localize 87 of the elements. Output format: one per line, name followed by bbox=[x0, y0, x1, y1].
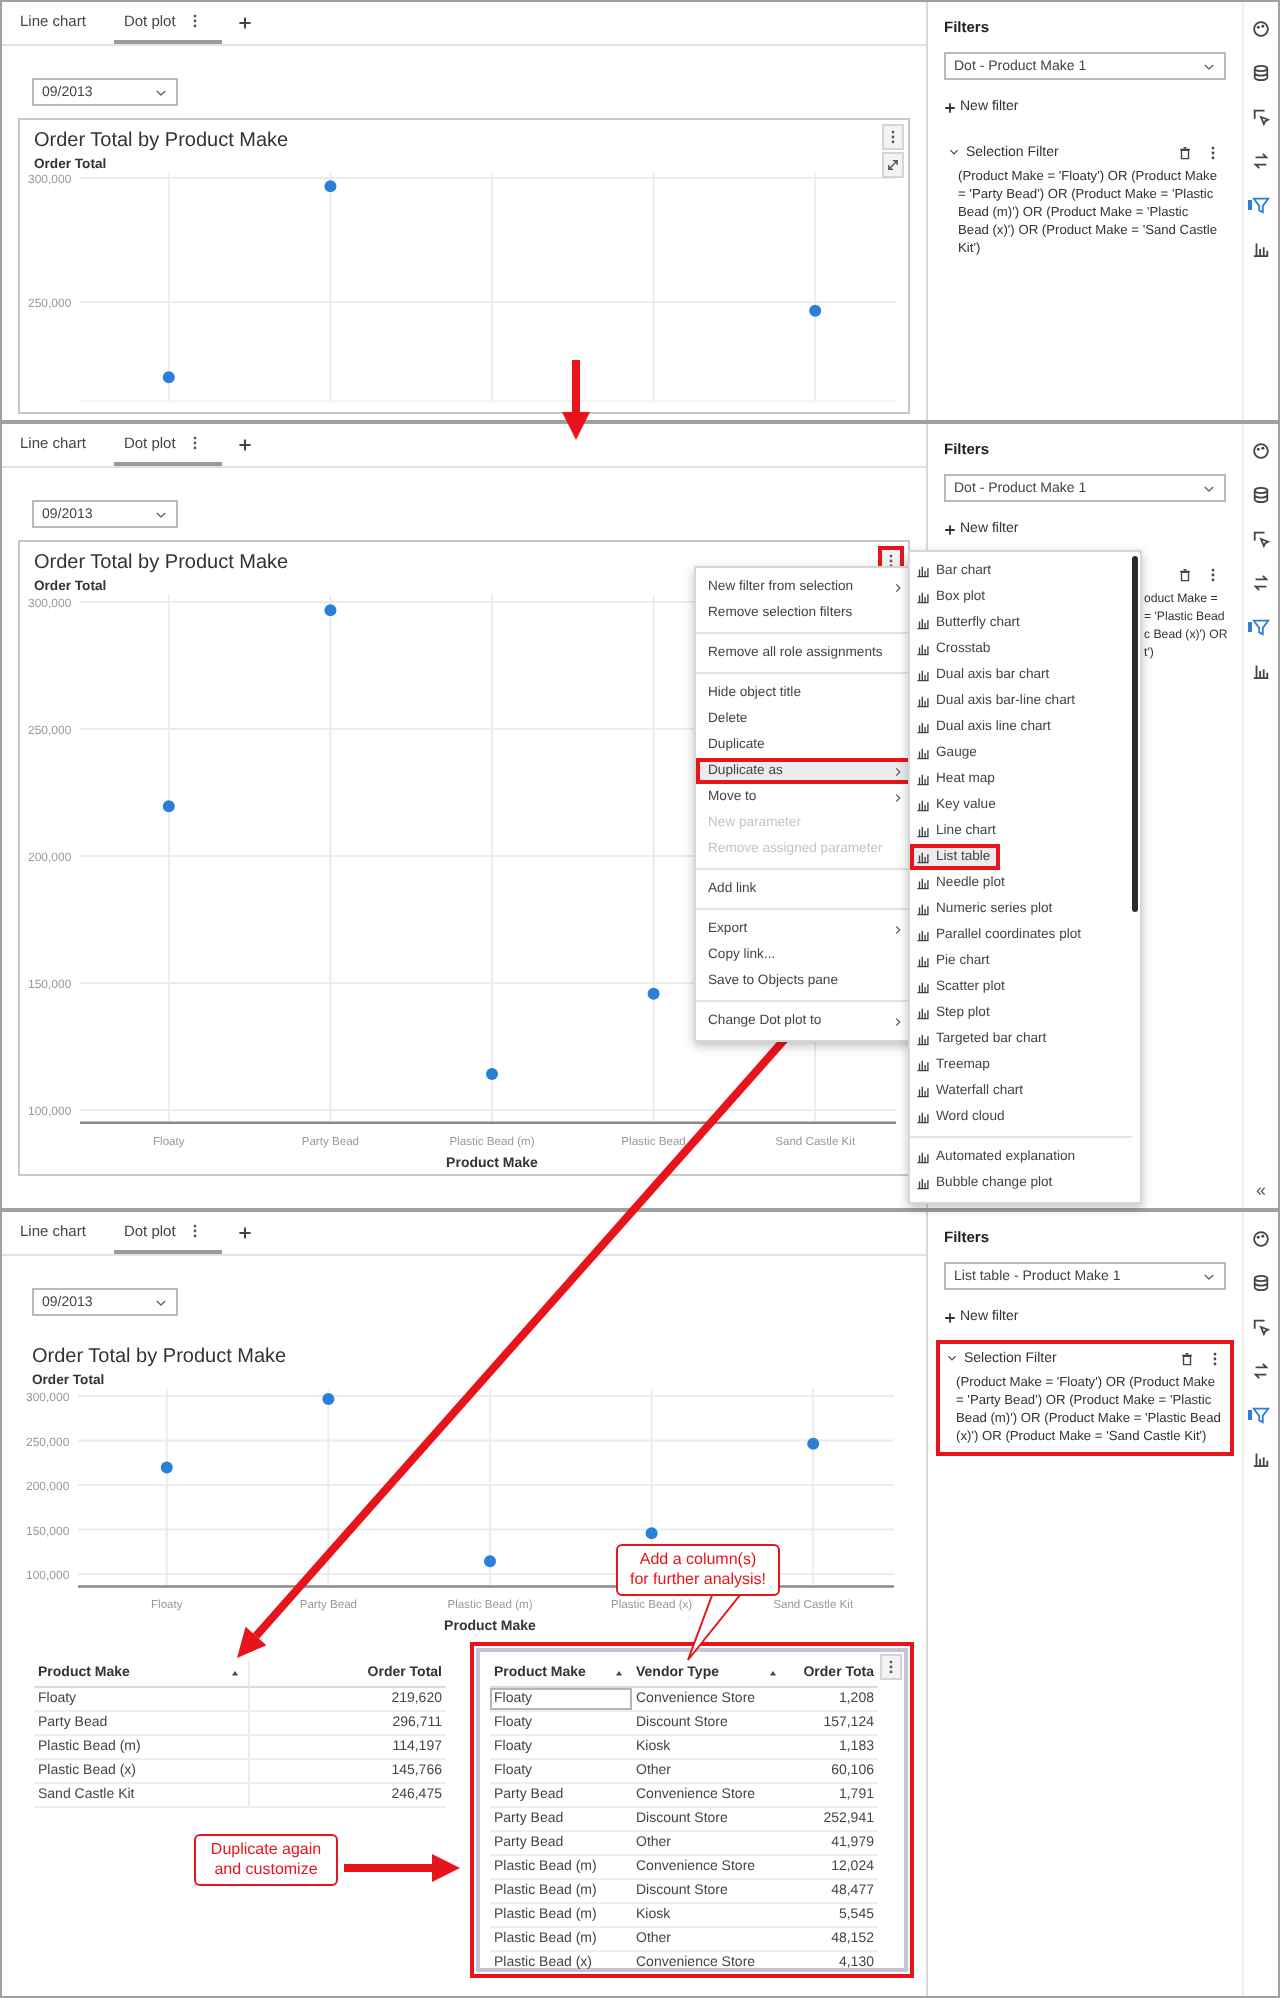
chevron-down-icon bbox=[1202, 481, 1216, 495]
data-point bbox=[162, 371, 175, 384]
chevron-down-icon bbox=[154, 507, 168, 521]
data-point bbox=[484, 1555, 496, 1568]
expand-button[interactable] bbox=[882, 152, 904, 178]
data-point bbox=[322, 1392, 335, 1405]
bar-chart-icon bbox=[916, 694, 930, 708]
data-point bbox=[160, 1461, 173, 1474]
scrollbar[interactable] bbox=[1132, 556, 1138, 912]
bar-chart-icon[interactable] bbox=[1252, 240, 1270, 258]
bar-chart-icon bbox=[916, 1084, 930, 1098]
swap-icon[interactable] bbox=[1252, 1362, 1270, 1380]
add-tab-icon[interactable] bbox=[237, 438, 252, 452]
filter-icon[interactable] bbox=[1252, 1406, 1270, 1424]
filter-icon[interactable] bbox=[1252, 196, 1270, 214]
trash-icon[interactable] bbox=[1178, 567, 1192, 581]
plus-icon bbox=[944, 523, 956, 535]
data-point bbox=[645, 1527, 658, 1540]
bar-chart-icon[interactable] bbox=[1252, 1450, 1270, 1468]
data-point bbox=[486, 1067, 498, 1080]
more-icon[interactable] bbox=[1206, 145, 1220, 159]
filter-icon[interactable] bbox=[1252, 618, 1270, 636]
callout: Add a column(s) for further analysis! bbox=[616, 1544, 780, 1596]
trash-icon[interactable] bbox=[1178, 145, 1192, 159]
more-icon[interactable] bbox=[1206, 567, 1220, 581]
bar-chart-icon bbox=[916, 876, 930, 890]
trash-icon[interactable] bbox=[1180, 1351, 1194, 1365]
chevron-down-icon bbox=[154, 85, 168, 99]
bar-chart-icon bbox=[916, 746, 930, 760]
add-tab-icon[interactable] bbox=[237, 1226, 252, 1240]
cursor-icon[interactable] bbox=[1252, 530, 1270, 548]
bar-chart-icon bbox=[916, 642, 930, 656]
chart-title: Order Total by Product Make bbox=[34, 552, 289, 574]
database-icon[interactable] bbox=[1252, 1274, 1270, 1292]
bar-chart-icon bbox=[916, 1032, 930, 1046]
bar-chart-icon bbox=[916, 590, 930, 604]
chevron-down-icon bbox=[1202, 59, 1216, 73]
arrow bbox=[562, 360, 590, 440]
data-point bbox=[162, 800, 175, 813]
chevron-down-icon[interactable] bbox=[948, 146, 960, 158]
bar-chart-icon bbox=[916, 564, 930, 578]
palette-icon[interactable] bbox=[1252, 442, 1270, 460]
bar-chart-icon bbox=[916, 668, 930, 682]
chart-title: Order Total by Product Make bbox=[34, 130, 289, 152]
plus-icon bbox=[944, 1311, 956, 1323]
bar-chart-icon bbox=[916, 1150, 930, 1164]
data-point bbox=[809, 304, 822, 317]
bar-chart-icon bbox=[916, 720, 930, 734]
data-point bbox=[647, 987, 660, 1000]
bar-chart-icon bbox=[916, 954, 930, 968]
bar-chart-icon bbox=[916, 1110, 930, 1124]
bar-chart-icon bbox=[916, 902, 930, 916]
more-icon[interactable] bbox=[1208, 1351, 1222, 1365]
cursor-icon[interactable] bbox=[1252, 1318, 1270, 1336]
bar-chart-icon[interactable] bbox=[1252, 662, 1270, 680]
chart-title: Order Total by Product Make bbox=[32, 1346, 287, 1368]
bar-chart-icon bbox=[916, 824, 930, 838]
expand-icon bbox=[886, 158, 900, 172]
cursor-icon[interactable] bbox=[1252, 108, 1270, 126]
database-icon[interactable] bbox=[1252, 486, 1270, 504]
bar-chart-icon bbox=[916, 980, 930, 994]
bar-chart-icon bbox=[916, 1006, 930, 1020]
data-point bbox=[324, 180, 337, 193]
chevron-down-icon bbox=[154, 1295, 168, 1309]
chevron-down-icon bbox=[1202, 1269, 1216, 1283]
more-icon bbox=[884, 1660, 898, 1674]
bar-chart-icon bbox=[916, 772, 930, 786]
bar-chart-icon bbox=[916, 928, 930, 942]
add-tab-icon[interactable] bbox=[237, 16, 252, 30]
palette-icon[interactable] bbox=[1252, 20, 1270, 38]
palette-icon[interactable] bbox=[1252, 1230, 1270, 1248]
bar-chart-icon bbox=[916, 616, 930, 630]
bar-chart-icon bbox=[916, 850, 930, 864]
plus-icon bbox=[944, 101, 956, 113]
collapse-button[interactable]: « bbox=[1255, 1180, 1266, 1200]
data-point bbox=[324, 604, 337, 617]
arrow bbox=[344, 1854, 460, 1882]
chevron-down-icon[interactable] bbox=[946, 1352, 958, 1364]
swap-icon[interactable] bbox=[1252, 152, 1270, 170]
bar-chart-icon bbox=[916, 1176, 930, 1190]
bar-chart-icon bbox=[916, 798, 930, 812]
database-icon[interactable] bbox=[1252, 64, 1270, 82]
callout: Duplicate again and customize bbox=[194, 1834, 338, 1886]
swap-icon[interactable] bbox=[1252, 574, 1270, 592]
data-point bbox=[807, 1437, 820, 1450]
more-icon bbox=[886, 130, 900, 144]
bar-chart-icon bbox=[916, 1058, 930, 1072]
